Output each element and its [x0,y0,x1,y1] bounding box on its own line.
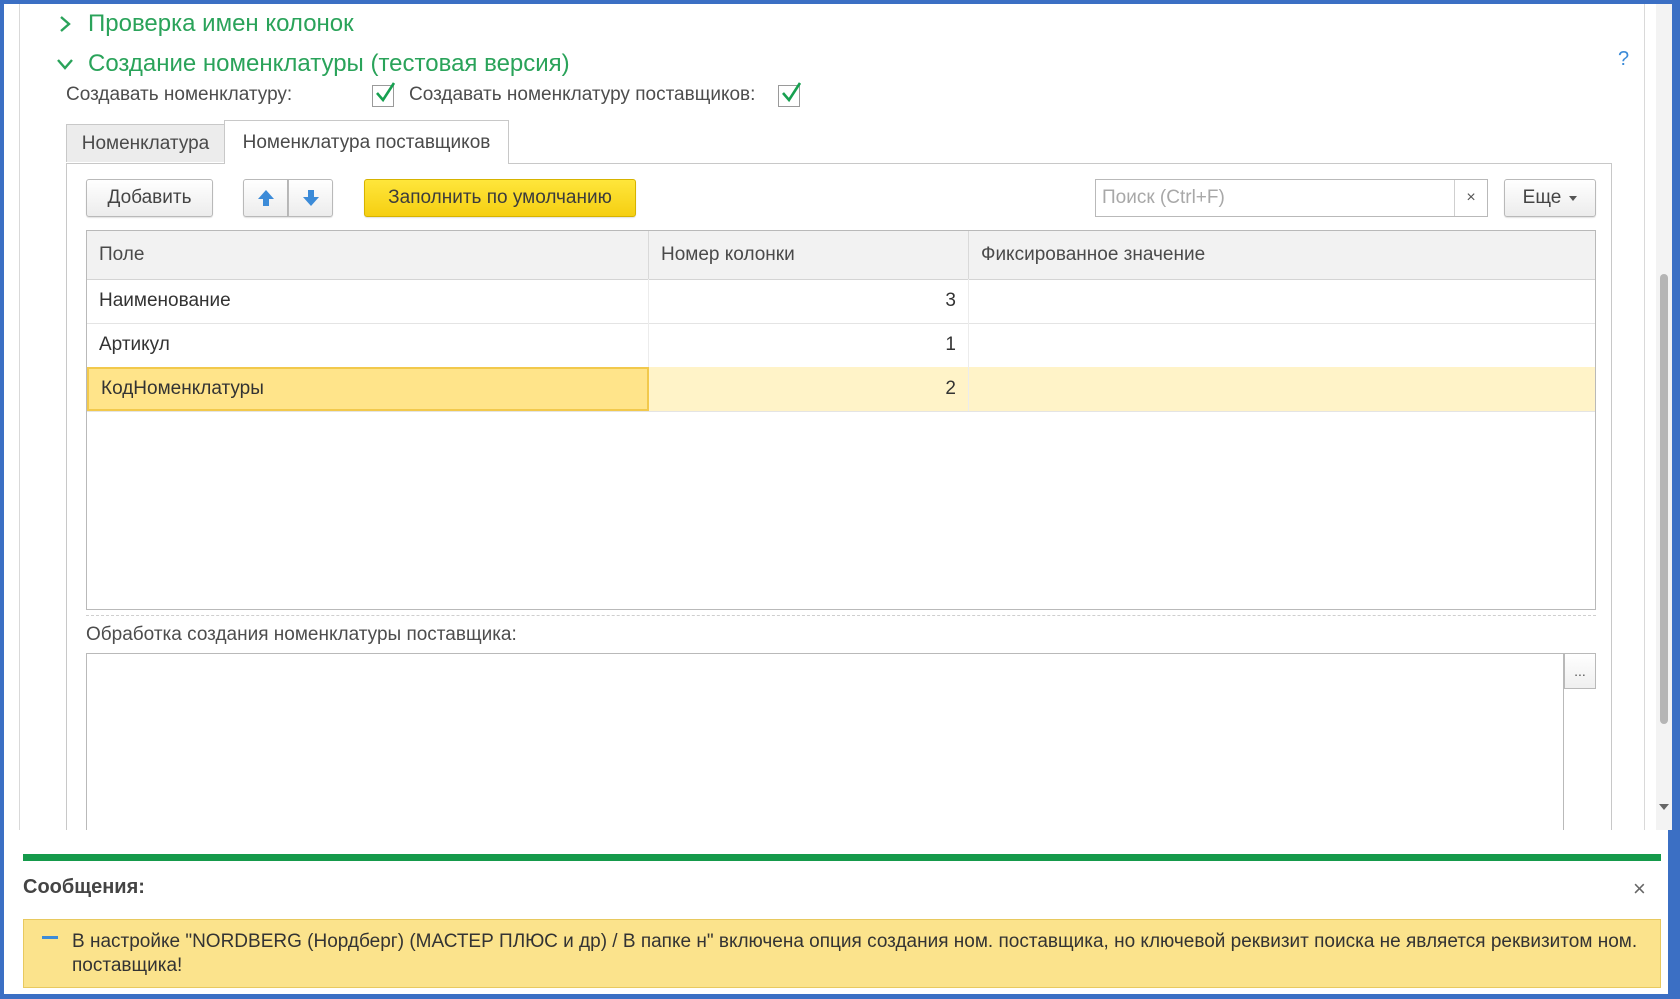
search-field: × [1095,179,1488,217]
group-column-names-check[interactable]: Проверка имен колонок [54,10,354,38]
create-nomenclature-checkbox[interactable] [372,82,396,107]
group-nomenclature-creation[interactable]: Создание номенклатуры (тестовая версия) [54,50,570,78]
cell-column-number[interactable]: 1 [649,323,969,367]
clear-search-icon[interactable]: × [1454,180,1487,216]
add-button[interactable]: Добавить [86,179,213,217]
more-label: Еще [1522,187,1562,208]
scroll-down-icon[interactable] [1659,804,1669,810]
cell-column-number[interactable]: 2 [649,367,969,411]
create-supplier-nomenclature-checkbox[interactable] [778,82,802,107]
cell-field[interactable]: КодНоменклатуры [87,367,649,411]
processing-textarea[interactable] [86,653,1564,830]
message-item[interactable]: В настройке "NORDBERG (Нордберг) (МАСТЕР… [23,919,1661,988]
messages-separator [23,854,1661,861]
cell-field[interactable]: Наименование [87,279,649,323]
group-title: Создание номенклатуры (тестовая версия) [88,50,570,77]
cell-fixed-value[interactable] [969,323,1595,367]
fill-default-button[interactable]: Заполнить по умолчанию [364,179,636,217]
table-row[interactable]: Наименование 3 [87,279,1595,324]
tab-nomenclature[interactable]: Номенклатура [66,124,225,162]
tab-supplier-nomenclature[interactable]: Номенклатура поставщиков [224,120,509,164]
close-icon[interactable]: × [1633,876,1646,902]
cell-field[interactable]: Артикул [87,323,649,367]
move-down-button[interactable] [288,179,333,217]
arrow-down-icon [302,190,319,206]
checkmark-icon [376,82,396,103]
column-header-fixed-value[interactable]: Фиксированное значение [969,231,1595,279]
chevron-down-icon [57,59,73,70]
table-row[interactable]: Артикул 1 [87,323,1595,368]
message-text: В настройке "NORDBERG (Нордберг) (МАСТЕР… [72,931,1638,976]
group-title: Проверка имен колонок [88,10,354,37]
fields-table: Поле Номер колонки Фиксированное значени… [86,230,1596,610]
scrollbar-thumb[interactable] [1660,274,1668,724]
divider [86,615,1596,616]
more-button[interactable]: Еще [1504,179,1596,217]
chevron-right-icon [60,16,71,32]
dropdown-arrow-icon [1569,195,1578,201]
column-header-field[interactable]: Поле [87,231,649,279]
table-row-selected[interactable]: КодНоменклатуры 2 [87,367,1595,412]
checkmark-icon [782,82,802,103]
window: Проверка имен колонок Создание номенклат… [4,4,1672,994]
arrow-up-icon [257,190,274,206]
form-content: Проверка имен колонок Создание номенклат… [4,4,1644,830]
processing-label: Обработка создания номенклатуры поставщи… [86,624,517,645]
collapse-icon[interactable] [42,936,58,939]
create-nomenclature-label: Создавать номенклатуру: [66,84,293,105]
column-header-column-number[interactable]: Номер колонки [649,231,969,279]
cell-column-number[interactable]: 3 [649,279,969,323]
search-input[interactable] [1096,180,1451,216]
table-header: Поле Номер колонки Фиксированное значени… [87,231,1595,280]
move-up-button[interactable] [243,179,288,217]
cell-fixed-value[interactable] [969,279,1595,323]
cell-fixed-value[interactable] [969,367,1595,411]
messages-title: Сообщения: [23,876,145,898]
help-icon[interactable]: ? [1618,48,1629,71]
create-supplier-nomenclature-label: Создавать номенклатуру поставщиков: [409,84,756,105]
select-button[interactable]: ... [1564,653,1596,689]
